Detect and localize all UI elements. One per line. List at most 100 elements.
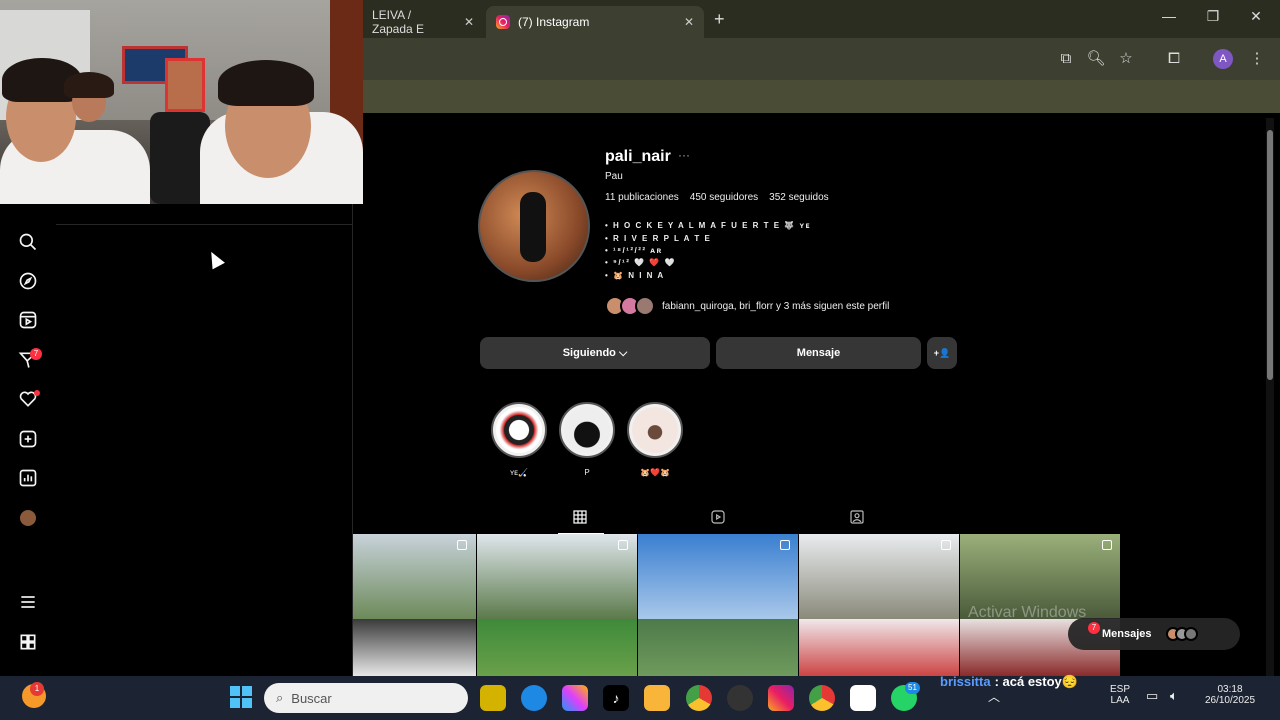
followers-count[interactable]: 450 seguidores — [690, 192, 758, 203]
close-window-button[interactable]: ✕ — [1241, 8, 1271, 25]
mutual-followers-text: fabiann_quiroga, bri_florr y 3 más sigue… — [662, 300, 890, 312]
clock[interactable]: 03:18 26/10/2025 — [1198, 684, 1262, 706]
clock-date: 26/10/2025 — [1204, 695, 1256, 706]
file-explorer-icon[interactable] — [644, 685, 670, 711]
profile-avatar[interactable]: A — [1213, 49, 1233, 69]
bio-line: • H O C K E Y A L M A F U E R T E 🐺 ʏᴇ — [605, 221, 812, 230]
highlight-story[interactable] — [491, 402, 547, 458]
stream-chat-message: brissitta : acá estoy😔 — [940, 674, 1078, 690]
carousel-icon — [780, 540, 790, 550]
post-thumbnail[interactable] — [638, 534, 798, 676]
whatsapp-badge: 51 — [905, 682, 920, 694]
highlight-story[interactable] — [627, 402, 683, 458]
follower-avatar — [635, 296, 655, 316]
grid-icon[interactable] — [571, 508, 589, 526]
minimize-button[interactable]: — — [1154, 8, 1184, 24]
messages-badge: 7 — [1088, 622, 1100, 634]
restore-button[interactable]: ❐ — [1198, 8, 1228, 25]
scrollbar-thumb[interactable] — [1267, 130, 1273, 380]
new-tab-button[interactable]: + — [714, 9, 725, 30]
create-icon[interactable] — [16, 427, 40, 451]
message-button[interactable]: Mensaje — [716, 337, 921, 369]
profile-full-name: Pau — [605, 171, 623, 182]
chrome-icon[interactable] — [809, 685, 835, 711]
mutual-followers[interactable]: fabiann_quiroga, bri_florr y 3 más sigue… — [605, 296, 889, 316]
windows-start-icon[interactable] — [230, 686, 252, 708]
more-options-icon[interactable]: ··· — [678, 148, 690, 162]
tab-close-icon[interactable]: ✕ — [684, 15, 694, 29]
dashboard-icon[interactable] — [16, 466, 40, 490]
profile-username: pali_nair — [605, 148, 671, 165]
notification-dot — [34, 390, 40, 396]
language-code: ESP — [1109, 684, 1130, 695]
tab-instagram[interactable]: (7) Instagram ✕ — [486, 6, 704, 38]
clock-time: 03:18 — [1217, 684, 1243, 695]
chat-avatar — [1183, 627, 1198, 641]
explore-icon[interactable] — [16, 269, 40, 293]
post-thumbnail[interactable] — [799, 534, 959, 676]
profile-icon[interactable] — [16, 506, 40, 530]
highlight-story[interactable] — [559, 402, 615, 458]
webcam-overlay — [0, 0, 363, 204]
edge-icon[interactable] — [521, 685, 547, 711]
posts-count: 11 publicaciones — [605, 192, 679, 203]
bio-line: • 🐹 N I N A — [605, 271, 665, 280]
following-count[interactable]: 352 seguidos — [769, 192, 829, 203]
reels-tab-icon[interactable] — [709, 508, 727, 526]
messages-label: Mensajes — [1102, 628, 1152, 640]
activate-windows-watermark: Activar Windows — [968, 604, 1087, 621]
reels-icon[interactable] — [16, 308, 40, 332]
capcut-icon[interactable] — [850, 685, 876, 711]
highlight-label: P — [584, 468, 590, 477]
app-badge: 1 — [30, 682, 44, 696]
kebab-menu-icon[interactable]: ⋮ — [1246, 48, 1268, 70]
cast-icon[interactable]: ⧉ — [1055, 48, 1077, 70]
instagram-icon — [496, 15, 510, 29]
search-placeholder: Buscar — [291, 690, 332, 706]
tiktok-icon[interactable]: ♪ — [603, 685, 629, 711]
chrome-icon[interactable] — [686, 685, 712, 711]
carousel-icon — [1102, 540, 1112, 550]
profile-stats: 11 publicaciones 450 seguidores 352 segu… — [605, 192, 829, 203]
copilot-icon[interactable] — [562, 685, 588, 711]
bio-line: • R I V E R P L A T E — [605, 234, 712, 243]
windows-taskbar — [0, 676, 1280, 720]
highlight-label: ʏᴇ🏑 — [509, 468, 529, 477]
volume-icon[interactable]: 🔈︎ — [1170, 688, 1178, 704]
suggest-people-button[interactable]: +👤 — [927, 337, 957, 369]
post-thumbnail[interactable] — [353, 534, 476, 676]
more-apps-icon[interactable] — [16, 630, 40, 654]
bookmark-star-icon[interactable]: ☆ — [1115, 48, 1137, 70]
language-indicator[interactable]: ESP LAA — [1108, 684, 1132, 706]
tab-label: (7) Instagram — [518, 15, 590, 29]
tab-close-icon[interactable]: ✕ — [464, 15, 474, 29]
taskbar-search[interactable]: ⌕ Buscar — [264, 683, 468, 713]
app-icon[interactable] — [727, 685, 753, 711]
menu-icon[interactable] — [16, 590, 40, 614]
tagged-icon[interactable] — [848, 508, 866, 526]
highlight-label: 🐹❤️🐹 — [640, 468, 670, 477]
extensions-icon[interactable]: ⧠ — [1163, 48, 1185, 70]
keyboard-layout: LAA — [1110, 695, 1130, 706]
widgets-icon[interactable] — [480, 685, 506, 711]
bio-line: • ⁹/¹² 🤍 ❤️ 🤍 — [605, 258, 676, 267]
post-thumbnail[interactable] — [477, 534, 637, 676]
tab-zapada[interactable]: LEIVA / Zapada E ✕ — [362, 6, 484, 38]
instagram-sidebar — [0, 204, 353, 676]
tab-label: LEIVA / Zapada E — [372, 8, 425, 36]
bio-line: • ¹⁸/¹²/²² ᴀʀ — [605, 246, 663, 255]
following-button[interactable]: Siguiendo ⌵ — [480, 337, 710, 369]
carousel-icon — [457, 540, 467, 550]
network-icon[interactable]: ▭ — [1146, 688, 1158, 704]
instagram-icon[interactable] — [768, 685, 794, 711]
carousel-icon — [941, 540, 951, 550]
tray-chevron-icon[interactable]: ︿ — [988, 688, 1000, 705]
zoom-icon[interactable]: 🔍︎ — [1085, 48, 1107, 70]
search-icon: ⌕ — [276, 690, 284, 705]
profile-picture[interactable] — [478, 170, 590, 282]
search-icon[interactable] — [16, 230, 40, 254]
notification-badge: 7 — [30, 348, 42, 360]
chat-text: : acá estoy😔 — [994, 674, 1078, 689]
search-panel-divider — [56, 224, 352, 225]
carousel-icon — [618, 540, 628, 550]
